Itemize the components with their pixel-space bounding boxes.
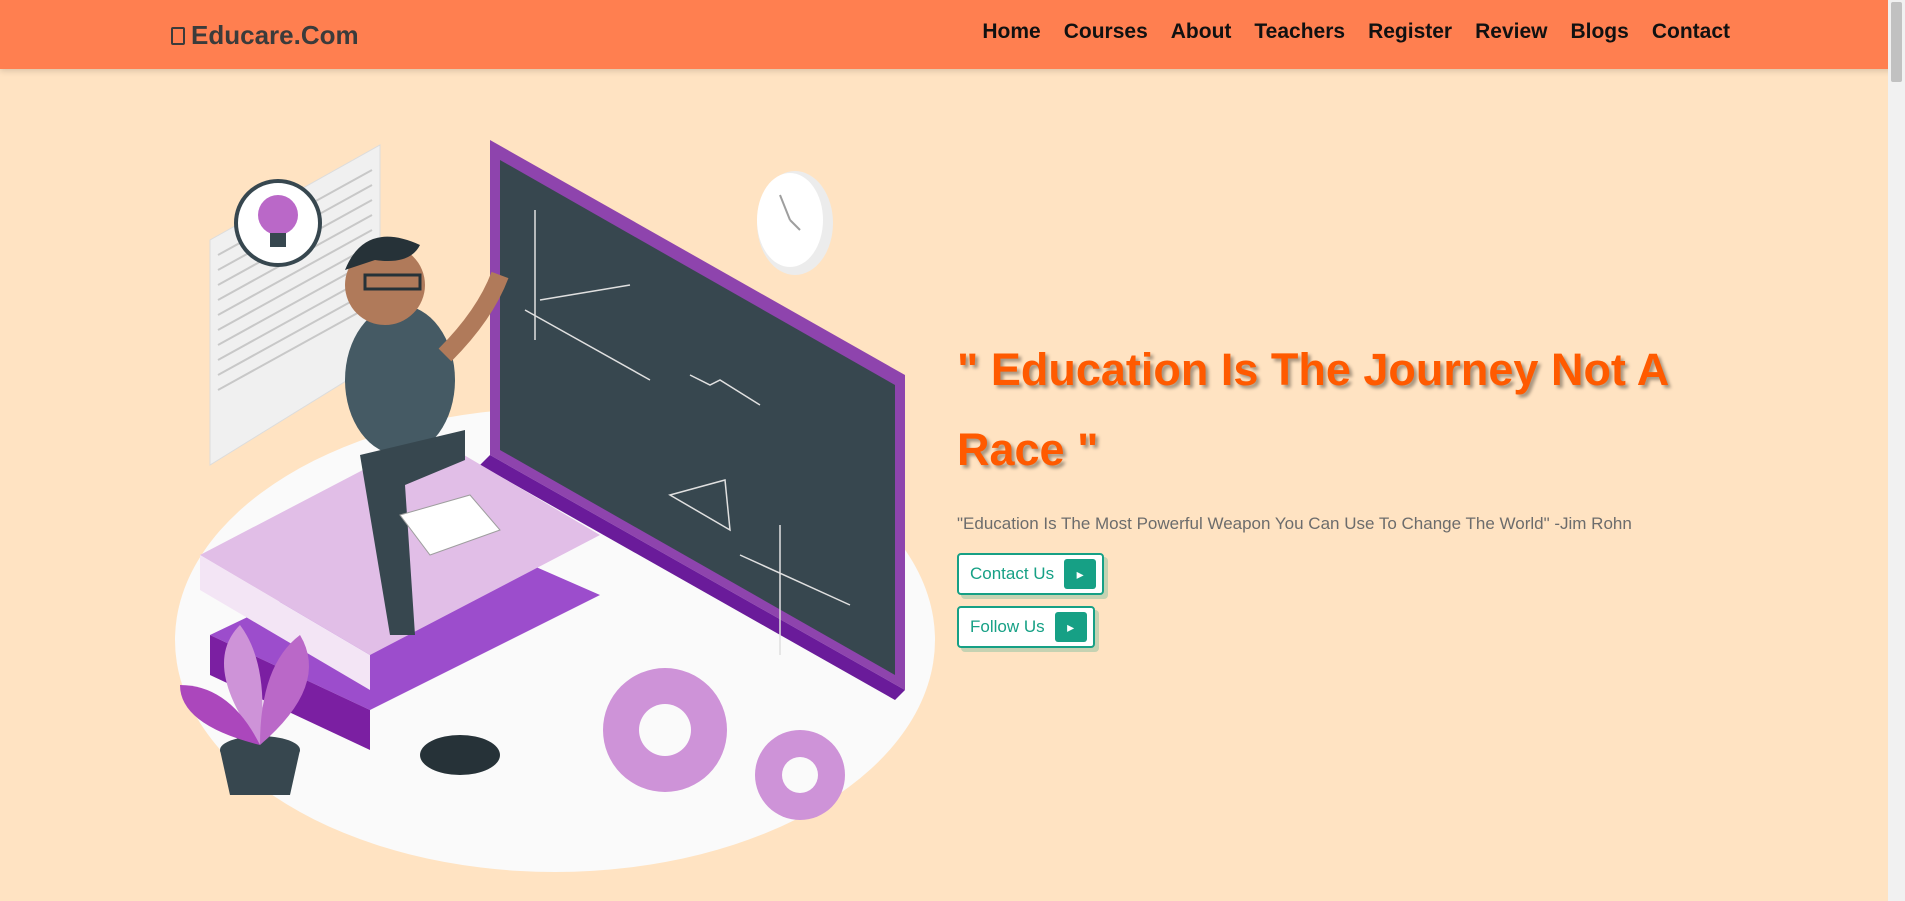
headline-line-1: " Education Is The Journey Not A xyxy=(957,344,1670,395)
scrollbar[interactable] xyxy=(1888,0,1905,901)
nav-about[interactable]: About xyxy=(1171,20,1232,44)
arrow-right-icon: ▸ xyxy=(1054,612,1087,642)
brand-name: Educare.Com xyxy=(191,20,359,50)
clock-icon xyxy=(757,171,833,275)
hero-quote: "Education Is The Most Powerful Weapon Y… xyxy=(957,514,1632,533)
nav-review[interactable]: Review xyxy=(1475,20,1547,44)
follow-us-button[interactable]: Follow Us ▸ xyxy=(957,606,1095,648)
nav-register[interactable]: Register xyxy=(1368,20,1452,44)
hero-illustration xyxy=(175,140,935,872)
nav-links: Home Courses About Teachers Register Rev… xyxy=(982,20,1730,44)
contact-us-button[interactable]: Contact Us ▸ xyxy=(957,553,1105,595)
headline-line-2: Race " xyxy=(957,424,1099,475)
hero-buttons: Contact Us ▸ Follow Us ▸ xyxy=(957,534,1737,648)
hero-headline: " Education Is The Journey Not A Race " xyxy=(957,330,1737,490)
nav-contact[interactable]: Contact xyxy=(1652,20,1730,44)
navbar: Educare.Com Home Courses About Teachers … xyxy=(0,0,1905,69)
nav-blogs[interactable]: Blogs xyxy=(1570,20,1628,44)
nav-home[interactable]: Home xyxy=(982,20,1040,44)
scrollbar-thumb[interactable] xyxy=(1891,2,1902,82)
hero-content: " Education Is The Journey Not A Race " … xyxy=(957,330,1737,648)
book-icon xyxy=(171,26,185,45)
nav-courses[interactable]: Courses xyxy=(1064,20,1148,44)
arrow-right-icon: ▸ xyxy=(1064,559,1097,589)
follow-us-label: Follow Us xyxy=(970,617,1045,636)
lightbulb-icon xyxy=(234,179,322,267)
brand-logo[interactable]: Educare.Com xyxy=(171,20,359,51)
contact-us-label: Contact Us xyxy=(970,564,1055,583)
nav-teachers[interactable]: Teachers xyxy=(1254,20,1345,44)
